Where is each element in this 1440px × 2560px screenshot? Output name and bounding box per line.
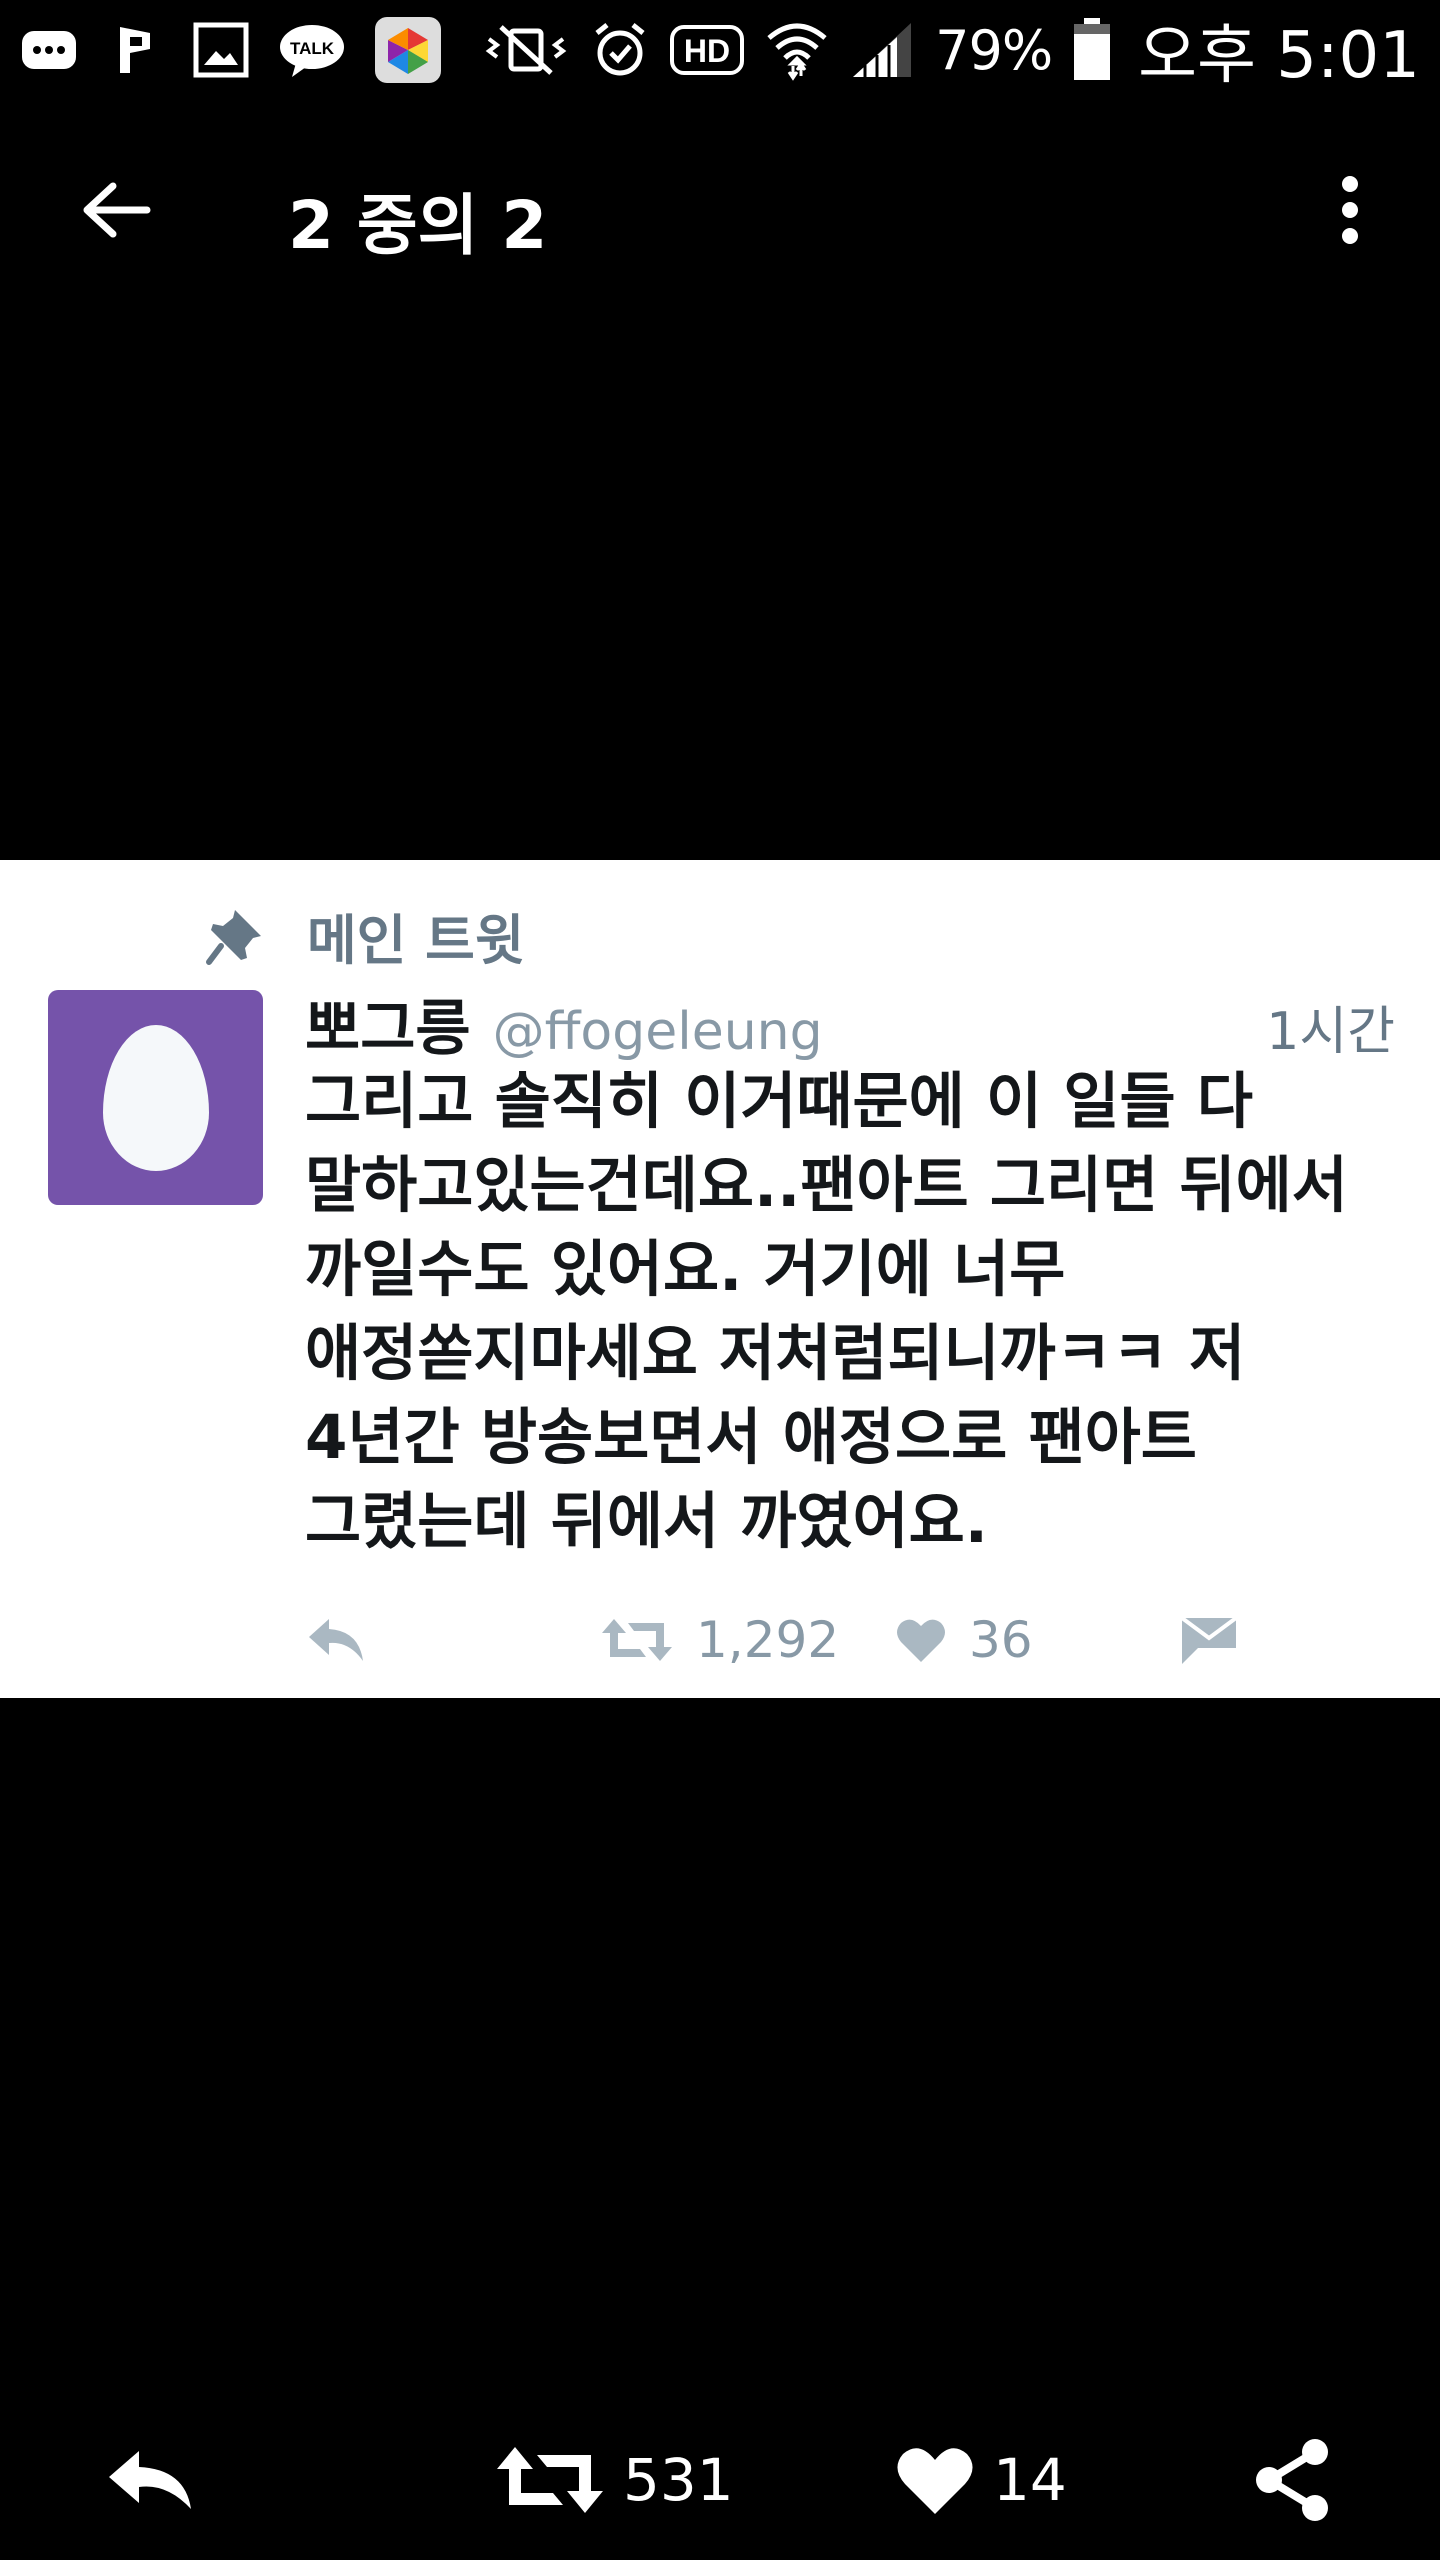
more-vertical-icon [1342, 176, 1358, 244]
svg-text:TALK: TALK [290, 39, 335, 58]
hd-icon: HD [669, 21, 745, 79]
message-icon [20, 21, 78, 79]
bottom-retweet-button[interactable]: 531 [495, 2420, 734, 2540]
battery-icon [1072, 18, 1112, 80]
retweet-button[interactable]: 1,292 [600, 1600, 839, 1680]
like-count: 36 [969, 1611, 1033, 1669]
bottom-like-count: 14 [993, 2446, 1067, 2514]
tweet-timestamp: 1시간 [1266, 1002, 1395, 1062]
p-app-icon [106, 21, 164, 79]
app-icon [374, 16, 442, 84]
share-icon [1256, 2439, 1328, 2521]
back-button[interactable] [70, 170, 160, 250]
bottom-like-button[interactable]: 14 [895, 2420, 1067, 2540]
reply-icon [109, 2451, 191, 2509]
share-button[interactable] [1253, 2420, 1333, 2540]
pin-icon [206, 909, 261, 965]
egg-icon [102, 1024, 209, 1171]
battery-percent: 79% [935, 18, 1053, 82]
pinned-label: 메인 트윗 [307, 909, 525, 972]
top-app-bar: 2 중의 2 [0, 120, 1440, 300]
envelope-icon [1180, 1616, 1238, 1664]
system-icons: HD 79% 오후 5:01 [481, 4, 1420, 96]
alarm-icon [591, 21, 649, 79]
kakaotalk-icon: TALK [278, 21, 346, 79]
gallery-icon [192, 21, 250, 79]
reply-button[interactable] [305, 1600, 367, 1680]
signal-icon [849, 21, 915, 79]
arrow-left-icon [83, 182, 151, 238]
bottom-reply-button[interactable] [105, 2420, 197, 2540]
like-button[interactable]: 36 [895, 1600, 1033, 1680]
bottom-retweet-count: 531 [623, 2446, 734, 2514]
svg-text:HD: HD [684, 33, 730, 69]
avatar[interactable] [48, 990, 263, 1205]
tweet-header: 뽀그릉 @ffogeleung 1시간 [305, 980, 1395, 1067]
tweet-text-line: 까일수도 있어요. 거기에 너무 [305, 1234, 1066, 1305]
vibrate-mute-icon [481, 21, 571, 79]
retweet-icon [497, 2447, 603, 2513]
more-options-button[interactable] [1320, 165, 1380, 255]
pinned-row: 메인 트윗 [205, 896, 525, 975]
reply-icon [309, 1619, 363, 1661]
tweet-text: 그리고 솔직히 이거때문에 이 일들 다 말하고있는건데요..팬아트 그리면 뒤… [305, 1060, 1405, 1564]
status-bar: TALK HD 79% 오후 5:01 [0, 0, 1440, 100]
tweet-text-line: 말하고있는건데요..팬아트 그리면 뒤에서 [305, 1150, 1348, 1221]
notification-icons: TALK [20, 16, 442, 84]
tweet-card[interactable]: 메인 트윗 뽀그릉 @ffogeleung 1시간 그리고 솔직히 이거때문에 … [0, 860, 1440, 1698]
clock: 오후 5:01 [1138, 19, 1420, 93]
display-name[interactable]: 뽀그릉 [305, 980, 471, 1067]
user-handle[interactable]: @ffogeleung [493, 1002, 823, 1062]
heart-icon [897, 1619, 945, 1662]
tweet-text-line: 그렸는데 뒤에서 까였어요. [305, 1486, 988, 1557]
tweet-text-line: 애정쏟지마세요 저처럼되니까ㅋㅋ 저 [305, 1318, 1246, 1389]
direct-message-button[interactable] [1180, 1600, 1238, 1680]
retweet-count: 1,292 [696, 1611, 840, 1669]
retweet-icon [602, 1619, 672, 1661]
bottom-action-bar: 531 14 [0, 2420, 1440, 2540]
tweet-text-line: 그리고 솔직히 이거때문에 이 일들 다 [305, 1066, 1253, 1137]
wifi-icon [765, 21, 829, 81]
tweet-actions: 1,292 36 [305, 1600, 1405, 1680]
tweet-text-line: 4년간 방송보면서 애정으로 팬아트 [305, 1402, 1197, 1473]
page-title: 2 중의 2 [288, 187, 548, 264]
heart-icon [897, 2448, 973, 2514]
